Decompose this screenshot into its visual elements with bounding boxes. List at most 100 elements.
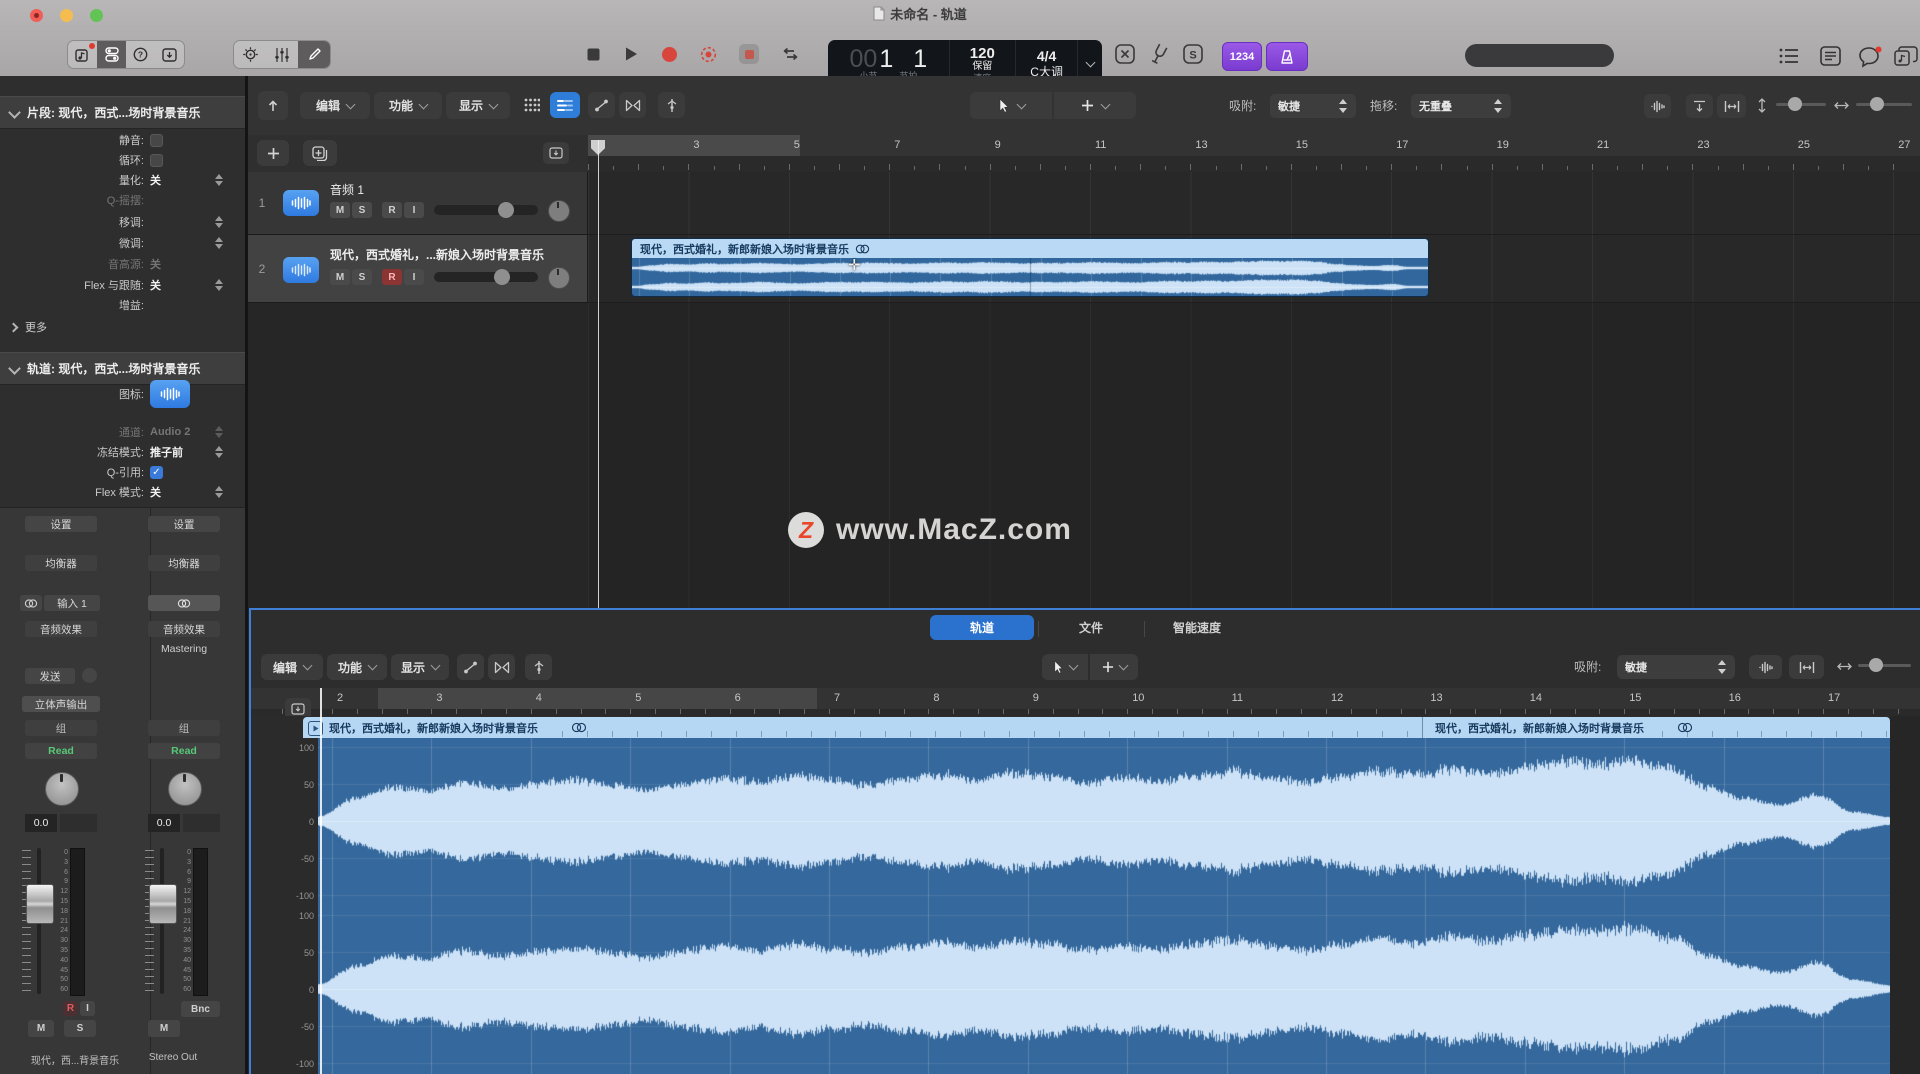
stepper-icon[interactable] [214, 425, 223, 439]
tab-smart-tempo[interactable]: 智能速度 [1145, 615, 1249, 640]
track-header-1[interactable]: 1 音频 1 M S R I [248, 172, 588, 235]
clear-icon[interactable] [1113, 42, 1137, 66]
fit-horizontal-icon[interactable] [1717, 94, 1746, 118]
media-copy-icon[interactable] [1894, 46, 1918, 67]
stop-icon[interactable] [586, 47, 601, 62]
flex-icon[interactable] [619, 92, 646, 118]
count-in-button[interactable]: 1234 [1222, 42, 1262, 71]
track-solo-button[interactable]: S [352, 269, 372, 285]
play-icon[interactable] [623, 46, 639, 62]
stepper-icon[interactable] [214, 485, 223, 499]
strip-fx2-label[interactable]: Mastering [148, 641, 220, 657]
editor-hzoom-slider[interactable] [1858, 664, 1911, 667]
track-pan-knob[interactable] [548, 200, 570, 222]
parameter-checkbox[interactable] [150, 154, 163, 167]
chat-icon[interactable] [1858, 46, 1882, 68]
tuner-icon[interactable] [234, 41, 266, 68]
record-icon[interactable] [661, 46, 678, 63]
editor-pointer-tool[interactable] [1042, 654, 1088, 680]
duplicate-track-button[interactable] [303, 140, 337, 166]
parameter-row[interactable]: 移调: [0, 212, 233, 232]
zoom-button[interactable] [90, 9, 103, 22]
track-monitor-button[interactable]: I [404, 202, 424, 218]
editor-flex-icon[interactable] [488, 654, 515, 680]
slider-thumb[interactable] [494, 269, 510, 285]
stepper-icon[interactable] [214, 173, 223, 187]
main-ruler[interactable]: 13579111315171921232527 [588, 135, 1920, 173]
back-button[interactable] [258, 91, 288, 120]
editor-secondary-tool[interactable] [1090, 654, 1138, 680]
editor-menu-view[interactable]: 显示 [391, 654, 449, 680]
parameter-row[interactable]: 图标: [0, 384, 233, 404]
split-icon[interactable] [658, 92, 685, 118]
strip-group-button[interactable]: 组 [25, 720, 97, 736]
editor-region-header[interactable]: 现代，西式婚礼，新郎新娘入场时背景音乐 现代，西式婚礼，新郎新娘入场时背景音乐 [303, 717, 1890, 738]
volume-value[interactable]: 0.0 [25, 814, 57, 832]
menu-edit[interactable]: 编辑 [300, 92, 370, 119]
add-track-button[interactable] [257, 140, 289, 166]
editor-snap-dropdown[interactable]: 敏捷 [1617, 655, 1735, 679]
bounce-button[interactable]: Bnc [181, 1001, 220, 1017]
editor-menu-edit[interactable]: 编辑 [261, 654, 323, 680]
replace-icon[interactable] [739, 44, 759, 64]
slider-thumb[interactable] [1869, 658, 1883, 672]
parameter-row[interactable]: 微调: [0, 233, 233, 253]
editor-menu-functions[interactable]: 功能 [327, 654, 387, 680]
strip-send-button[interactable]: 发送 [25, 668, 75, 684]
editor-fit-icon[interactable] [1789, 655, 1824, 679]
stepper-icon[interactable] [214, 236, 223, 250]
mute-button[interactable]: M [28, 1020, 54, 1037]
region-inspector-header[interactable]: 片段: 现代，西式...场时背景音乐 [0, 96, 245, 129]
stepper-icon[interactable] [214, 278, 223, 292]
track-solo-button[interactable]: S [352, 202, 372, 218]
track-mute-button[interactable]: M [330, 269, 350, 285]
track-header-2[interactable]: 2 现代，西式婚礼，...新娘入场时背景音乐 M S R I [248, 235, 588, 303]
volume-value-out[interactable]: 0.0 [148, 814, 180, 832]
help-icon[interactable]: ? [126, 41, 155, 68]
mixer-icon[interactable] [266, 41, 298, 68]
strip-eq-button[interactable]: 均衡器 [25, 555, 97, 571]
list-view-icon[interactable] [550, 92, 580, 118]
automation-icon[interactable] [588, 92, 615, 118]
fader-thumb[interactable] [149, 884, 177, 924]
slider-thumb[interactable] [1870, 97, 1884, 111]
volume-fader[interactable]: 03691215182124303540455060 [22, 846, 84, 996]
strip-input-button[interactable]: 输入 1 [44, 595, 100, 611]
vertical-zoom-slider[interactable] [1776, 103, 1826, 106]
list-icon[interactable] [1778, 46, 1800, 66]
volume-fader-out[interactable]: 03691215182124303540455060 [145, 846, 207, 996]
track-icon[interactable] [283, 257, 319, 283]
stepper-icon[interactable] [214, 445, 223, 459]
metronome-button[interactable] [1266, 42, 1308, 71]
parameter-row[interactable]: Flex 模式:关 [0, 482, 233, 502]
menu-view[interactable]: 显示 [446, 92, 510, 119]
hide-tracks-button[interactable] [543, 142, 569, 164]
fader-thumb[interactable] [26, 884, 54, 924]
media-browser-icon[interactable] [68, 41, 97, 68]
pointer-tool-button[interactable] [970, 92, 1052, 119]
minimize-button[interactable] [60, 9, 73, 22]
parameter-row[interactable]: 音高源:关 [0, 254, 233, 274]
track-record-button[interactable]: R [382, 269, 402, 285]
slider-thumb[interactable] [498, 202, 514, 218]
editor-waveform-zoom-icon[interactable] [1749, 655, 1782, 679]
tab-file[interactable]: 文件 [1039, 615, 1143, 640]
cycle-icon[interactable] [781, 46, 800, 62]
track-inspector-header[interactable]: 轨道: 现代，西式...场时背景音乐 [0, 352, 245, 385]
pencil-icon[interactable] [298, 41, 330, 68]
mute-button-out[interactable]: M [148, 1020, 180, 1037]
track-mute-button[interactable]: M [330, 202, 350, 218]
send-knob[interactable] [82, 668, 97, 683]
parameter-row[interactable]: 量化:关 [0, 170, 233, 190]
track-record-button[interactable]: R [382, 202, 402, 218]
auto-track-zoom-icon[interactable] [1686, 94, 1713, 118]
track-pan-knob[interactable] [548, 267, 570, 289]
strip-eq-button-out[interactable]: 均衡器 [148, 555, 220, 571]
parameter-row[interactable]: Flex 与跟随:关 [0, 275, 233, 295]
strip-group-button-out[interactable]: 组 [148, 720, 220, 736]
editor-split-icon[interactable] [525, 654, 552, 680]
parameter-row[interactable]: 静音: [0, 130, 233, 150]
toolbar-icon[interactable] [155, 41, 184, 68]
parameter-row[interactable]: Q-引用:✓ [0, 462, 233, 482]
track-name[interactable]: 音频 1 [330, 181, 364, 198]
